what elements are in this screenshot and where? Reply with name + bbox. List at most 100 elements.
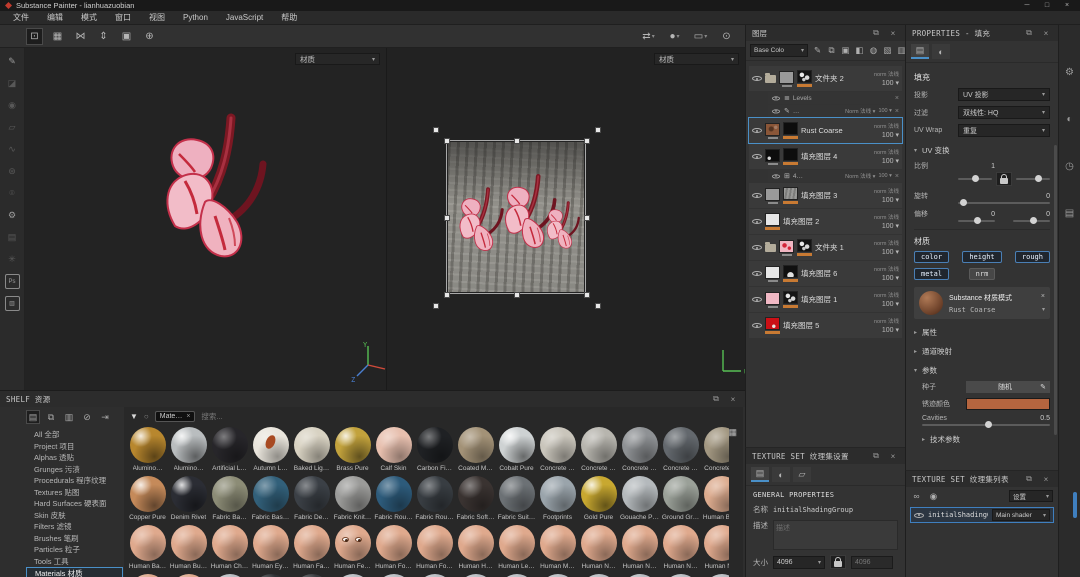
layer-opacity[interactable]: 100 ▾ (882, 274, 899, 282)
rotate-handle[interactable] (595, 303, 601, 309)
dock-icon[interactable]: ⧉ (1023, 28, 1035, 38)
collapse-icon[interactable]: ▸ (914, 329, 917, 336)
fill-properties-tab-icon[interactable]: ▤ (911, 44, 929, 59)
layer-thumbnail[interactable] (765, 123, 780, 136)
material-cell[interactable]: Human M… (537, 525, 578, 574)
fill-bucket-icon[interactable]: ◧ (854, 45, 865, 56)
layer-thumbnail[interactable] (779, 240, 794, 253)
material-preview-tab-icon[interactable]: ◐ (932, 44, 950, 59)
layer-opacity[interactable]: 100 ▾ (882, 131, 899, 139)
channels-tab-icon[interactable]: ◐ (772, 467, 790, 482)
layer-opacity[interactable]: 100 ▾ (882, 222, 899, 230)
material-cell[interactable]: Artificial L… (209, 427, 250, 476)
description-field[interactable]: 描述 (773, 520, 898, 550)
menu-item-7[interactable]: 帮助 (272, 11, 306, 25)
shelf-category-2[interactable]: Alphas 透贴 (26, 452, 123, 464)
material-cell[interactable]: Autumn L… (250, 427, 291, 476)
rotation-value[interactable]: 0 (958, 193, 1050, 200)
layer-row-6[interactable]: 填充图层 6norm 法线100 ▾ (749, 261, 902, 286)
shelf-category-4[interactable]: Procedurals 程序纹理 (26, 475, 123, 487)
mirror-x-icon[interactable]: ⋈ (72, 28, 89, 45)
material-cell[interactable]: Fabric Soft… (455, 476, 496, 525)
layer-thumbnail[interactable] (765, 317, 780, 330)
material-cell[interactable]: Human Fe… (332, 525, 373, 574)
camera-settings-icon[interactable]: ▭▾ (692, 28, 709, 45)
shelf-category-7[interactable]: Skin 皮肤 (26, 510, 123, 522)
layer-mask-thumbnail[interactable] (783, 265, 798, 278)
effect-blend-mode[interactable]: Norm 法线 ▾ (845, 107, 875, 115)
rotate-handle[interactable] (433, 127, 439, 133)
layer-thumbnail[interactable] (765, 188, 780, 201)
shelf-category-12[interactable]: Materials 材质 (26, 567, 123, 577)
search-input[interactable]: 搜索... (201, 411, 222, 422)
material-cell[interactable]: Concrete … (660, 427, 701, 476)
material-cell[interactable]: Gouache P… (619, 476, 660, 525)
close-icon[interactable]: × (887, 452, 899, 461)
effect-visibility-icon[interactable] (772, 172, 780, 180)
layer-mask-thumbnail[interactable] (797, 239, 812, 252)
collapse-icon[interactable]: ▾ (914, 367, 917, 374)
filtering-dropdown[interactable]: 双线性: HQ ▾ (958, 106, 1050, 119)
search-tag-chip[interactable]: Mate… × (155, 411, 196, 422)
texture-set-row[interactable]: initialShadingG… Main shader ▾ (910, 507, 1054, 523)
layer-blend-mode[interactable]: norm 法线 (874, 122, 899, 130)
material-cell[interactable]: Human N… (701, 525, 729, 574)
menu-item-2[interactable]: 模式 (72, 11, 106, 25)
effect-visibility-icon[interactable] (772, 107, 780, 115)
dock-icon[interactable]: ⧉ (710, 394, 722, 404)
size-height-field[interactable]: 4096 (851, 556, 893, 569)
import-resource-icon[interactable]: ⇥ (98, 410, 112, 424)
scale-value[interactable]: 1 (958, 163, 1009, 170)
layer-effect-row[interactable]: ✎…Norm 法线 ▾100 ▾× (768, 105, 902, 117)
close-icon[interactable]: × (1040, 475, 1052, 484)
remove-tag-icon[interactable]: × (186, 413, 190, 420)
effect-opacity[interactable]: 100 ▾ (878, 108, 891, 114)
channel-chip-metal[interactable]: metal (914, 268, 949, 280)
material-cell[interactable]: Fabric Rou… (373, 476, 414, 525)
viewport-3d-shading-dropdown[interactable]: 材质 ▾ (295, 53, 380, 65)
material-cell[interactable]: Alumino… (168, 427, 209, 476)
layer-visibility-icon[interactable] (752, 269, 762, 279)
layer-opacity[interactable]: 100 ▾ (882, 157, 899, 165)
material-cell[interactable]: Fabric Suit… (496, 476, 537, 525)
projection-dropdown[interactable]: UV 投影 ▾ (958, 88, 1050, 101)
offset-y-slider[interactable] (1013, 220, 1050, 222)
layer-row-0[interactable]: 文件夹 2norm 法线100 ▾ (749, 66, 902, 91)
material-cell[interactable]: Cobalt Pure (496, 427, 537, 476)
rotate-handle[interactable] (595, 127, 601, 133)
rotate-handle[interactable] (433, 303, 439, 309)
layer-blend-mode[interactable]: norm 法线 (874, 70, 899, 78)
material-cell[interactable]: Brass Pure (332, 427, 373, 476)
material-cell[interactable]: Human Bu… (168, 525, 209, 574)
eye-all-icon[interactable]: ◉ (928, 491, 939, 502)
shader-settings-icon[interactable]: ◐ (1066, 114, 1072, 125)
projection-tool-icon[interactable]: ◉ (5, 98, 20, 113)
viewport-2d-shading-dropdown[interactable]: 材质 ▾ (654, 53, 739, 65)
channel-chip-height[interactable]: height (962, 251, 1001, 263)
layer-thumbnail[interactable] (765, 213, 780, 226)
material-cell[interactable]: Gold Pure (578, 476, 619, 525)
collapse-icon[interactable]: ▸ (922, 436, 925, 443)
menu-item-1[interactable]: 编辑 (38, 11, 72, 25)
material-cell[interactable]: Coated M… (455, 427, 496, 476)
layer-visibility-icon[interactable] (752, 126, 762, 136)
material-cell[interactable]: Human N… (578, 525, 619, 574)
hide-resource-icon[interactable]: ⊘ (80, 410, 94, 424)
material-cell[interactable]: Fabric Bas… (250, 476, 291, 525)
paint-tool-icon[interactable]: ✎ (5, 54, 20, 69)
layer-blend-mode[interactable]: norm 法线 (874, 291, 899, 299)
delete-resource-icon[interactable]: ▥ (62, 410, 76, 424)
material-cell[interactable]: Footprints (537, 476, 578, 525)
layer-effect-row[interactable]: ⊞4…Norm 法线 ▾100 ▾× (768, 170, 902, 182)
material-cell[interactable]: Denim Rivet (168, 476, 209, 525)
layer-visibility-icon[interactable] (752, 217, 762, 227)
rust-color-swatch[interactable] (966, 398, 1050, 410)
layer-mask-thumbnail[interactable] (783, 148, 798, 161)
smudge-layer-icon[interactable]: ◍ (868, 45, 879, 56)
layer-visibility-icon[interactable] (752, 243, 762, 253)
polygon-fill-tool-icon[interactable]: ▱ (5, 120, 20, 135)
paste-layer-icon[interactable]: ⧉ (826, 45, 837, 56)
menu-item-6[interactable]: JavaScript (217, 11, 272, 25)
stamp-icon[interactable]: ▣ (840, 45, 851, 56)
close-icon[interactable]: × (887, 29, 899, 38)
